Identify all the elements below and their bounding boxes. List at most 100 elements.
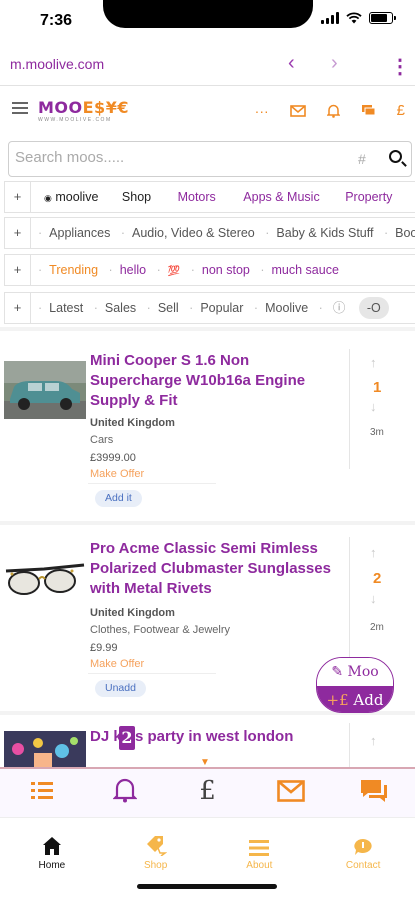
shop-tag-icon (146, 836, 167, 856)
upvote-arrow-icon[interactable]: ↑ (370, 355, 377, 370)
toggle-pill[interactable]: -O (358, 297, 389, 319)
trending-label: Trending (49, 263, 99, 277)
tab-about-label: About (246, 860, 273, 871)
listing-thumbnail[interactable] (4, 731, 86, 767)
nav-shop[interactable]: Shop (102, 182, 151, 212)
listing-location: United Kingdom (90, 417, 175, 429)
listing-category[interactable]: Clothes, Footwear & Jewelry (90, 624, 230, 636)
chevron-left-icon[interactable]: ‹ (288, 52, 295, 75)
wifi-icon (346, 12, 362, 24)
bell-icon[interactable] (326, 104, 340, 118)
listing-category[interactable]: Cars (90, 434, 113, 446)
browser-url-bar: m.moolive.com ‹ › ⋮ (0, 44, 415, 86)
vote-divider (349, 349, 350, 469)
vote-score: 1 (373, 379, 382, 396)
chevron-right-icon[interactable]: › (331, 52, 338, 75)
vote-divider (349, 723, 350, 767)
tab-shop-label: Shop (143, 860, 168, 871)
mail-icon[interactable] (249, 769, 332, 817)
hamburger-menu-icon[interactable] (12, 102, 28, 117)
mail-icon[interactable] (289, 104, 306, 117)
device-notch (103, 0, 313, 28)
header-icons: ··· £ (255, 102, 405, 119)
trend-much-sauce[interactable]: much sauce (272, 255, 339, 285)
nav-apps-music[interactable]: Apps & Music (219, 182, 319, 212)
more-icon[interactable]: ··· (255, 103, 269, 119)
make-offer-link[interactable]: Make Offer (90, 658, 144, 670)
url-text[interactable]: m.moolive.com (10, 56, 104, 72)
sort-popular[interactable]: Popular (200, 293, 243, 323)
category-row-departments: + · Appliances · Audio, Video & Stereo · Ba… (4, 217, 415, 249)
status-time: 7:36 (40, 12, 73, 29)
listing-age: 2m (370, 622, 384, 633)
listing-thumbnail[interactable] (4, 549, 86, 607)
battery-icon (369, 12, 396, 24)
chat-bubble-icon (354, 839, 372, 855)
upvote-arrow-icon[interactable]: ↑ (370, 545, 377, 560)
sort-sales[interactable]: Sales (105, 293, 136, 323)
add-it-button[interactable]: Add it (95, 490, 142, 507)
kebab-menu-icon[interactable]: ⋮ (390, 54, 410, 79)
expand-plus-icon[interactable]: + (5, 255, 31, 285)
site-toolbar: £ (0, 767, 415, 817)
search-bar: # (8, 141, 412, 177)
add-label: Add (348, 691, 384, 709)
tab-contact[interactable]: Contact (311, 818, 415, 900)
logo-tagline: WWW.MOOLIVE.COM (38, 117, 112, 123)
listing-title[interactable]: Pro Acme Classic Semi Rimless Polarized … (90, 539, 342, 599)
chat-icon[interactable] (361, 104, 376, 118)
sort-moolive[interactable]: Moolive (265, 293, 308, 323)
tab-home-label: Home (38, 860, 66, 871)
pound-icon[interactable]: £ (397, 102, 405, 119)
chat-icon[interactable] (332, 769, 415, 817)
listing-title[interactable]: Mini Cooper S 1.6 Non Supercharge W10b16… (90, 351, 342, 411)
listing-price: £3999.00 (90, 452, 136, 464)
vote-divider (349, 537, 350, 657)
nav-moolive[interactable]: ◉ moolive (31, 182, 99, 212)
dept-audio-video[interactable]: Audio, Video & Stereo (132, 218, 255, 248)
listing-price: £9.99 (90, 642, 118, 654)
search-icon[interactable] (389, 150, 402, 163)
hashtag-icon[interactable]: # (358, 151, 366, 167)
trend-hello[interactable]: hello (120, 255, 146, 285)
listing-thumbnail[interactable] (4, 361, 86, 419)
tab-contact-label: Contact (345, 860, 381, 871)
notifications-bell-icon[interactable] (83, 769, 166, 817)
tab-home[interactable]: Home (0, 818, 104, 900)
caret-down-icon: ▼ (200, 757, 210, 768)
nav-motors[interactable]: Motors (155, 182, 216, 212)
listing-card[interactable]: Mini Cooper S 1.6 Non Supercharge W10b16… (0, 331, 415, 521)
dept-books-comics[interactable]: Books, Comics & (395, 218, 415, 248)
sort-sell[interactable]: Sell (158, 293, 179, 323)
trending-row: + · Trending · hello · 💯 · non stop · much sa… (4, 254, 415, 286)
sort-latest[interactable]: Latest (49, 293, 83, 323)
currency-pound-icon[interactable]: £ (166, 769, 249, 817)
trend-non-stop[interactable]: non stop (202, 255, 250, 285)
expand-plus-icon[interactable]: + (5, 182, 31, 212)
search-input[interactable] (15, 149, 335, 166)
dept-baby-kids[interactable]: Baby & Kids Stuff (276, 218, 373, 248)
site-logo[interactable]: MOOE$¥€ WWW.MOOLIVE.COM (38, 98, 129, 123)
list-view-icon[interactable] (0, 769, 83, 817)
downvote-arrow-icon[interactable]: ↓ (370, 591, 377, 606)
write-moo-button[interactable]: ✎ Moo (317, 658, 393, 686)
downvote-arrow-icon[interactable]: ↓ (370, 399, 377, 414)
category-row-main: + ◉ moolive Shop Motors Apps & Music Pro… (4, 181, 415, 213)
dept-appliances[interactable]: Appliances (49, 218, 110, 248)
nav-moolive-label: moolive (55, 190, 99, 204)
make-offer-link[interactable]: Make Offer (90, 468, 144, 480)
expand-plus-icon[interactable]: + (5, 218, 31, 248)
add-sign: +£ (326, 691, 349, 709)
info-icon[interactable]: ⓘ (333, 293, 346, 323)
expand-plus-icon[interactable]: + (5, 293, 31, 323)
unadd-button[interactable]: Unadd (95, 680, 146, 697)
home-icon (42, 837, 61, 855)
home-indicator (137, 884, 277, 889)
trend-100[interactable]: 💯 (168, 257, 180, 285)
upvote-arrow-icon[interactable]: ↑ (370, 733, 377, 748)
add-listing-button[interactable]: +£ Add (317, 686, 393, 712)
moo-add-floating-button[interactable]: ✎ Moo +£ Add (316, 657, 394, 713)
nav-property[interactable]: Property (323, 182, 392, 212)
listing-location: United Kingdom (90, 607, 175, 619)
logo-text-b: E$¥€ (82, 98, 129, 117)
